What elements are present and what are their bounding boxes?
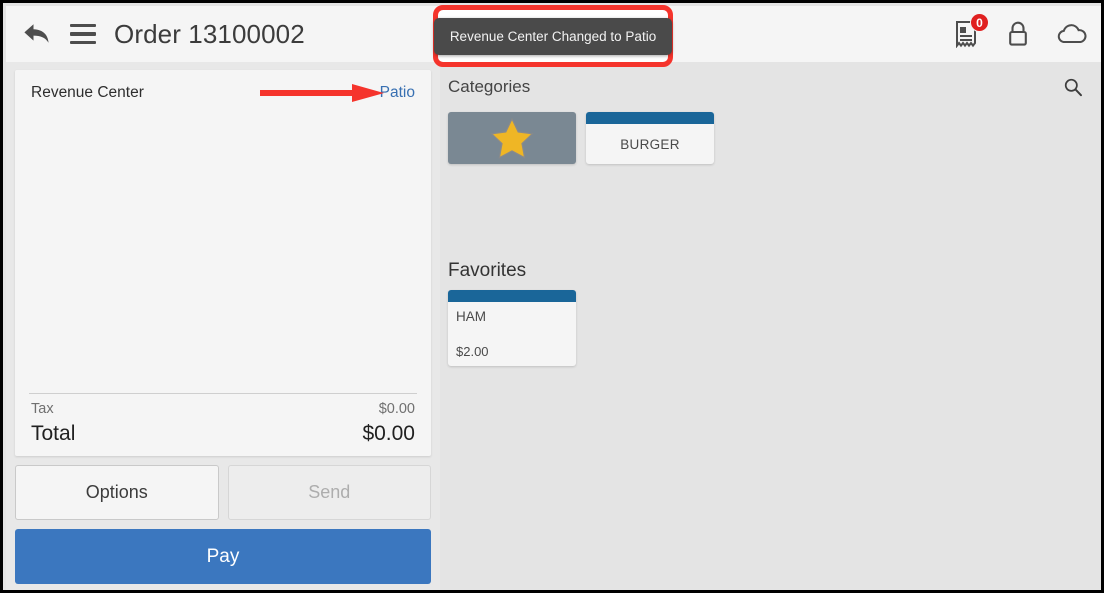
- favorites-items: HAM $2.00: [440, 282, 1101, 366]
- send-button: Send: [227, 465, 431, 520]
- favorites-title: Favorites: [448, 260, 527, 281]
- tax-value: $0.00: [378, 401, 415, 417]
- hamburger-menu-icon[interactable]: [66, 17, 100, 51]
- pos-app-window: Order 13100002 0 Revenue Center Changed …: [0, 0, 1104, 593]
- order-card: Revenue Center Patio Tax $0.00 Total $0.…: [15, 70, 431, 456]
- menu-line: [70, 23, 96, 28]
- categories-header: Categories: [440, 62, 1101, 106]
- annotation-arrow-icon: [260, 83, 384, 102]
- order-items-list: [15, 115, 431, 393]
- category-tiles: BURGER: [440, 106, 1101, 164]
- category-tile-burger[interactable]: BURGER: [586, 112, 714, 164]
- categories-title: Categories: [448, 77, 531, 96]
- order-panel: Revenue Center Patio Tax $0.00 Total $0.…: [6, 62, 440, 590]
- category-tile-favorites[interactable]: [448, 112, 576, 164]
- order-action-buttons: Options Send: [15, 465, 431, 520]
- tax-label: Tax: [31, 401, 54, 417]
- back-arrow-icon[interactable]: [18, 15, 56, 53]
- options-button[interactable]: Options: [15, 465, 219, 520]
- status-badge: 0: [970, 13, 989, 32]
- page-title: Order 13100002: [114, 18, 305, 49]
- receipt-check-icon[interactable]: 0: [952, 13, 989, 49]
- item-accent-bar: [448, 290, 576, 302]
- cloud-icon[interactable]: [1056, 22, 1088, 46]
- favorites-header: Favorites: [440, 260, 1101, 282]
- menu-item-ham[interactable]: HAM $2.00: [448, 290, 576, 366]
- toast-message: Revenue Center Changed to Patio: [433, 17, 673, 55]
- revenue-center-row[interactable]: Revenue Center Patio: [15, 70, 431, 115]
- star-icon: [490, 117, 534, 159]
- revenue-center-value[interactable]: Patio: [380, 84, 415, 102]
- lock-icon[interactable]: [1006, 20, 1030, 48]
- revenue-center-label: Revenue Center: [31, 84, 144, 101]
- total-row: Total $0.00: [31, 422, 415, 446]
- total-value: $0.00: [362, 422, 415, 445]
- pay-button[interactable]: Pay: [15, 529, 431, 584]
- app-bar-left-group: Order 13100002: [6, 15, 305, 53]
- category-accent-bar: [586, 112, 714, 124]
- search-icon[interactable]: [1058, 72, 1088, 102]
- category-tile-label: BURGER: [620, 136, 680, 152]
- menu-line: [70, 40, 96, 45]
- menu-item-price: $2.00: [456, 344, 489, 359]
- tax-row: Tax $0.00: [31, 401, 415, 417]
- total-label: Total: [31, 422, 76, 445]
- app-bar-right-group: 0: [952, 13, 1101, 49]
- order-totals: Tax $0.00 Total $0.00: [29, 393, 417, 456]
- menu-line: [70, 32, 96, 36]
- annotation-highlight-box: Revenue Center Changed to Patio: [433, 5, 673, 67]
- menu-panel: Categories BURGER Favorites HAM $2.00: [440, 62, 1101, 590]
- menu-item-name: HAM: [456, 309, 486, 324]
